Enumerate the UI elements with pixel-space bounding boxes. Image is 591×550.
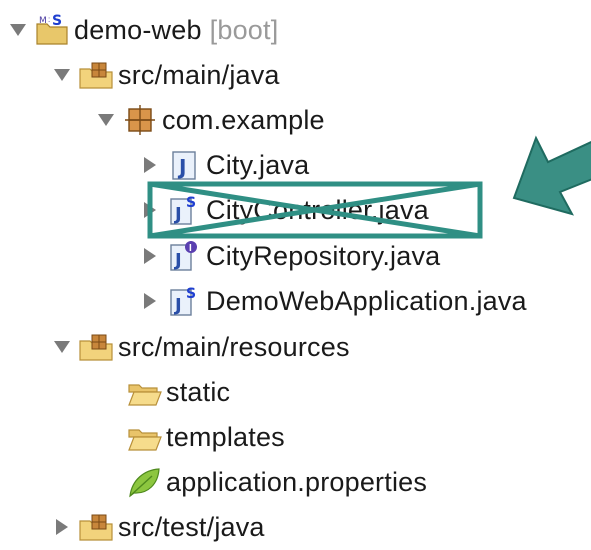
cross-out-mark	[147, 181, 483, 239]
arrow-pointer	[512, 135, 591, 216]
annotation-overlay	[147, 135, 591, 239]
